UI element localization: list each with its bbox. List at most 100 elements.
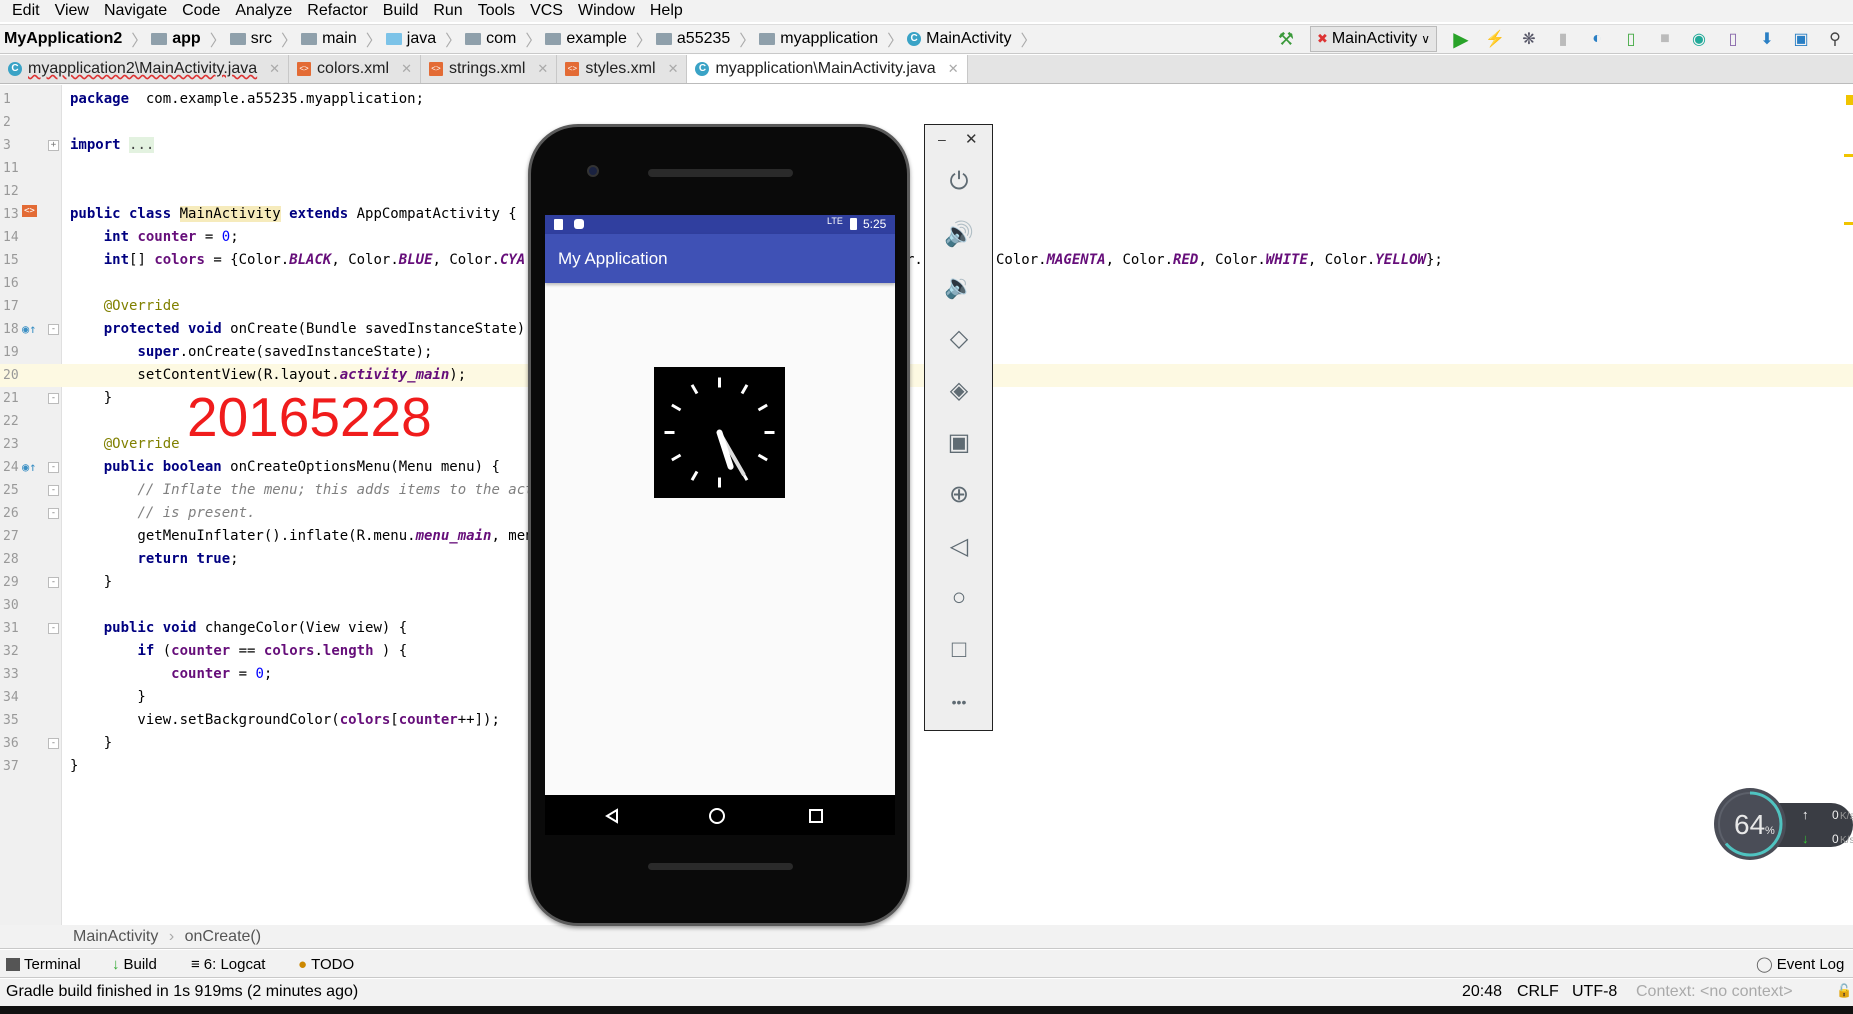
menu-tools[interactable]: Tools [478, 2, 515, 20]
camera-icon[interactable]: ▣ [942, 425, 976, 459]
tool-event-log[interactable]: ◯ Event Log [1756, 950, 1844, 978]
menu-window[interactable]: Window [578, 2, 635, 20]
breadcrumb-class[interactable]: MainActivity [73, 928, 158, 945]
close-icon[interactable]: ✕ [965, 130, 978, 148]
menu-refactor[interactable]: Refactor [307, 2, 367, 20]
editor-tab[interactable]: Cmyapplication\MainActivity.java ✕ [687, 55, 968, 83]
tool-todo[interactable]: ● TODO [298, 950, 354, 978]
power-icon[interactable]: ⏻ [942, 165, 976, 199]
menu-vcs[interactable]: VCS [530, 2, 563, 20]
sync-gradle-icon[interactable]: ◉ [1689, 29, 1709, 49]
code-line[interactable]: 37} [0, 755, 1853, 778]
fold-toggle-icon[interactable]: - [48, 577, 59, 588]
debug-icon[interactable]: ❋ [1519, 29, 1539, 49]
nav-crumb[interactable]: myapplication 〉 [759, 27, 903, 51]
menu-code[interactable]: Code [182, 2, 220, 20]
code-line[interactable]: 36 - } [0, 732, 1853, 755]
warning-marker[interactable] [1844, 154, 1853, 157]
stop-icon[interactable]: ■ [1655, 29, 1675, 49]
breadcrumb-method[interactable]: onCreate() [185, 928, 261, 945]
volume-down-icon[interactable]: 🔉 [942, 269, 976, 303]
rotate-right-icon[interactable]: ◈ [942, 373, 976, 407]
menu-edit[interactable]: Edit [12, 2, 40, 20]
close-tab-icon[interactable]: ✕ [668, 61, 679, 77]
minimize-icon[interactable]: – [938, 131, 946, 147]
nav-crumb[interactable]: MyApplication2 〉 [4, 27, 147, 51]
code-line[interactable]: 1 package com.example.a55235.myapplicatio… [0, 88, 1853, 111]
terminal-icon [6, 957, 20, 971]
fold-toggle-icon[interactable]: - [48, 738, 59, 749]
avd-manager-icon[interactable]: ▯ [1723, 29, 1743, 49]
menu-analyze[interactable]: Analyze [235, 2, 292, 20]
make-project-hammer-icon[interactable]: ⚒ [1276, 29, 1296, 49]
rotate-left-icon[interactable]: ◇ [942, 321, 976, 355]
nav-crumb[interactable]: app 〉 [151, 27, 226, 51]
nav-crumb[interactable]: a55235 〉 [655, 27, 755, 51]
nav-crumb[interactable]: src 〉 [229, 27, 297, 51]
chevron-right-icon: 〉 [1020, 33, 1037, 50]
code-token: public void [103, 620, 205, 636]
overlay-student-id: 20165228 [187, 386, 432, 448]
line-separator-selector[interactable]: CRLF [1517, 983, 1559, 1001]
nav-back-icon[interactable] [605, 808, 618, 824]
back-icon[interactable]: ◁ [942, 529, 976, 563]
zoom-icon[interactable]: ⊕ [942, 477, 976, 511]
context-indicator[interactable]: Context: <no context> [1636, 983, 1793, 1001]
close-tab-icon[interactable]: ✕ [401, 61, 412, 77]
fold-toggle-icon[interactable]: - [48, 623, 59, 634]
fold-toggle-icon[interactable]: - [48, 324, 59, 335]
sdk-manager-icon[interactable]: ⬇ [1757, 29, 1777, 49]
nav-crumb[interactable]: main 〉 [301, 27, 382, 51]
close-tab-icon[interactable]: ✕ [537, 61, 548, 77]
nav-crumb[interactable]: com 〉 [465, 27, 541, 51]
nav-crumb[interactable]: java 〉 [385, 27, 461, 51]
warning-marker[interactable] [1846, 95, 1853, 105]
status-message[interactable]: Gradle build finished in 1s 919ms (2 min… [6, 983, 358, 1001]
editor-breadcrumb: MainActivity › onCreate() [0, 925, 1853, 949]
emulator-screen[interactable]: LTE 5:25 My Application [545, 215, 895, 835]
fold-toggle-icon[interactable]: - [48, 393, 59, 404]
layout-file-icon[interactable]: <> [22, 205, 37, 217]
override-method-icon[interactable]: ◉↑ [22, 318, 36, 341]
nav-crumb[interactable]: example 〉 [545, 27, 652, 51]
profile-icon[interactable]: ▮ [1553, 29, 1573, 49]
tool-logcat[interactable]: ≡ 6: Logcat [191, 950, 265, 978]
caret-position[interactable]: 20:48 [1462, 983, 1502, 1001]
attach-debugger-icon[interactable]: ▯ [1621, 29, 1641, 49]
profiler-gauge-icon[interactable]: ◐ [1587, 29, 1607, 49]
nav-crumb[interactable]: C MainActivity 〉 [907, 27, 1037, 51]
menu-run[interactable]: Run [433, 2, 462, 20]
run-icon[interactable]: ▶ [1451, 29, 1471, 51]
close-tab-icon[interactable]: ✕ [269, 61, 280, 77]
fold-toggle-icon[interactable]: - [48, 485, 59, 496]
volume-up-icon[interactable]: 🔊 [942, 217, 976, 251]
overview-icon[interactable]: □ [942, 633, 976, 667]
more-icon[interactable]: ••• [942, 685, 976, 719]
nav-overview-icon[interactable] [809, 809, 823, 823]
nav-home-icon[interactable] [709, 808, 725, 824]
close-tab-icon[interactable]: ✕ [948, 61, 959, 77]
menu-build[interactable]: Build [383, 2, 419, 20]
fold-toggle-icon[interactable]: - [48, 508, 59, 519]
warning-marker[interactable] [1844, 222, 1853, 225]
tool-terminal[interactable]: Terminal [6, 950, 81, 978]
menu-navigate[interactable]: Navigate [104, 2, 167, 20]
tool-build[interactable]: ↓ Build [112, 950, 157, 978]
project-structure-icon[interactable]: ▣ [1791, 29, 1811, 49]
search-icon[interactable]: ⚲ [1825, 29, 1845, 49]
line-number: 18 [3, 322, 19, 337]
encoding-selector[interactable]: UTF-8 [1572, 983, 1617, 1001]
editor-tab[interactable]: <> colors.xml ✕ [289, 55, 421, 83]
lock-icon[interactable]: 🔓 [1836, 983, 1852, 999]
editor-tab[interactable]: <> styles.xml ✕ [557, 55, 688, 83]
menu-view[interactable]: View [55, 2, 89, 20]
fold-toggle-icon[interactable]: + [48, 140, 59, 151]
menu-help[interactable]: Help [650, 2, 683, 20]
override-method-icon[interactable]: ◉↑ [22, 456, 36, 479]
editor-tab[interactable]: Cmyapplication2\MainActivity.java ✕ [0, 55, 290, 83]
run-config-dropdown[interactable]: ✖ MainActivity ∨ [1309, 26, 1437, 52]
apply-changes-icon[interactable]: ⚡ [1485, 29, 1505, 49]
fold-toggle-icon[interactable]: - [48, 462, 59, 473]
editor-tab[interactable]: <> strings.xml ✕ [421, 55, 558, 83]
home-icon[interactable]: ○ [942, 581, 976, 615]
